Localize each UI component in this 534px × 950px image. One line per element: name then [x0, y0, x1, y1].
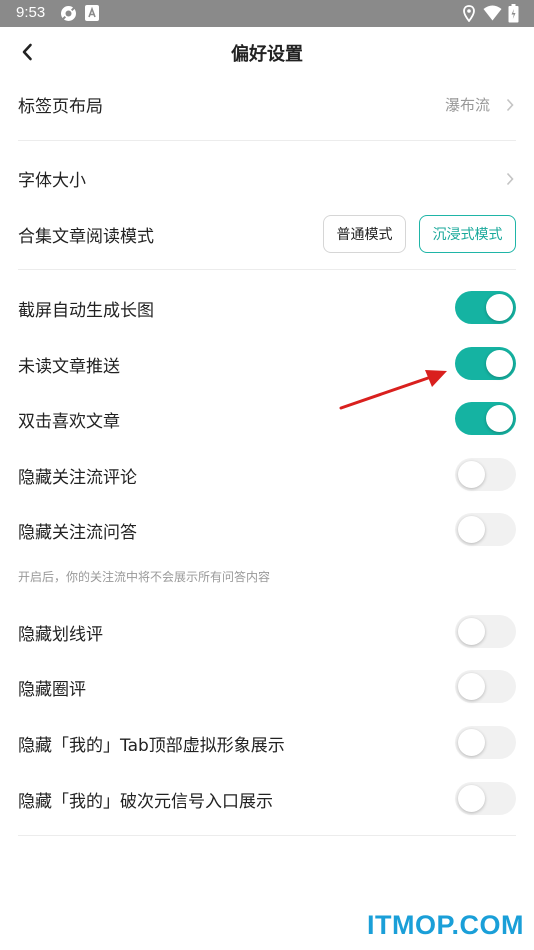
battery-icon [508, 4, 519, 27]
toggle-switch[interactable] [455, 782, 516, 815]
toggle-label: 隐藏关注流评论 [18, 467, 137, 488]
header: 偏好设置 [0, 27, 534, 77]
toggle-label: 隐藏「我的」破次元信号入口展示 [18, 791, 273, 812]
toggle-row-hide-avatar-display: 隐藏「我的」Tab顶部虚拟形象展示 [18, 723, 516, 763]
collection-mode-row: 合集文章阅读模式 普通模式 沉浸式模式 [18, 214, 516, 254]
tab-layout-label: 标签页布局 [18, 96, 103, 117]
toggle-switch[interactable] [455, 347, 516, 380]
divider [18, 140, 516, 141]
toggle-row-hide-feed-qa: 隐藏关注流问答 [18, 510, 516, 550]
font-size-row[interactable]: 字体大小 [18, 158, 516, 198]
location-icon [463, 5, 475, 26]
toggle-knob [458, 673, 485, 700]
toggle-row-hide-feed-comments: 隐藏关注流评论 [18, 455, 516, 495]
font-size-label: 字体大小 [18, 170, 86, 191]
toggle-row-screenshot-long-image: 截屏自动生成长图 [18, 288, 516, 328]
divider [18, 835, 516, 836]
immersive-mode-button[interactable]: 沉浸式模式 [419, 215, 516, 253]
tab-layout-value: 瀑布流 [444, 95, 490, 114]
toggle-knob [486, 350, 513, 377]
toggle-switch[interactable] [455, 670, 516, 703]
toggle-knob [458, 461, 485, 488]
page-title: 偏好设置 [231, 44, 303, 65]
status-bar: 9:53 [0, 0, 534, 27]
toggle-switch[interactable] [455, 458, 516, 491]
toggle-knob [458, 516, 485, 543]
collection-mode-label: 合集文章阅读模式 [18, 226, 154, 247]
wifi-icon [483, 5, 502, 25]
toggle-label: 未读文章推送 [18, 356, 120, 377]
toggle-knob [458, 785, 485, 812]
watermark-logo: ITMOP.COM [366, 910, 524, 940]
toggle-label: 隐藏圈评 [18, 679, 86, 700]
annotation-arrow-icon [335, 360, 455, 420]
toggle-label: 隐藏关注流问答 [18, 522, 137, 543]
toggle-switch[interactable] [455, 615, 516, 648]
toggle-label: 双击喜欢文章 [18, 411, 120, 432]
status-time: 9:53 [16, 4, 46, 21]
chevron-right-icon [506, 97, 514, 116]
toggle-row-hide-signal-entry: 隐藏「我的」破次元信号入口展示 [18, 779, 516, 819]
toggle-label: 隐藏「我的」Tab顶部虚拟形象展示 [18, 735, 285, 756]
toggle-label: 隐藏划线评 [18, 624, 103, 645]
toggle-knob [458, 618, 485, 645]
toggle-switch[interactable] [455, 726, 516, 759]
toggle-switch[interactable] [455, 513, 516, 546]
normal-mode-button[interactable]: 普通模式 [323, 215, 406, 253]
toggle-row-hide-underline-comments: 隐藏划线评 [18, 612, 516, 652]
gear-icon [60, 5, 77, 26]
toggle-switch[interactable] [455, 291, 516, 324]
toggle-label: 截屏自动生成长图 [18, 300, 154, 321]
qa-hint-text: 开启后，你的关注流中将不会展示所有问答内容 [18, 570, 271, 584]
app-a-icon [85, 5, 99, 25]
toggle-knob [458, 729, 485, 756]
toggle-switch[interactable] [455, 402, 516, 435]
toggle-knob [486, 294, 513, 321]
toggle-knob [486, 405, 513, 432]
tab-layout-row[interactable]: 标签页布局 瀑布流 [18, 84, 516, 124]
toggle-row-hide-circle-comments: 隐藏圈评 [18, 667, 516, 707]
divider [18, 269, 516, 270]
chevron-right-icon [506, 171, 514, 190]
